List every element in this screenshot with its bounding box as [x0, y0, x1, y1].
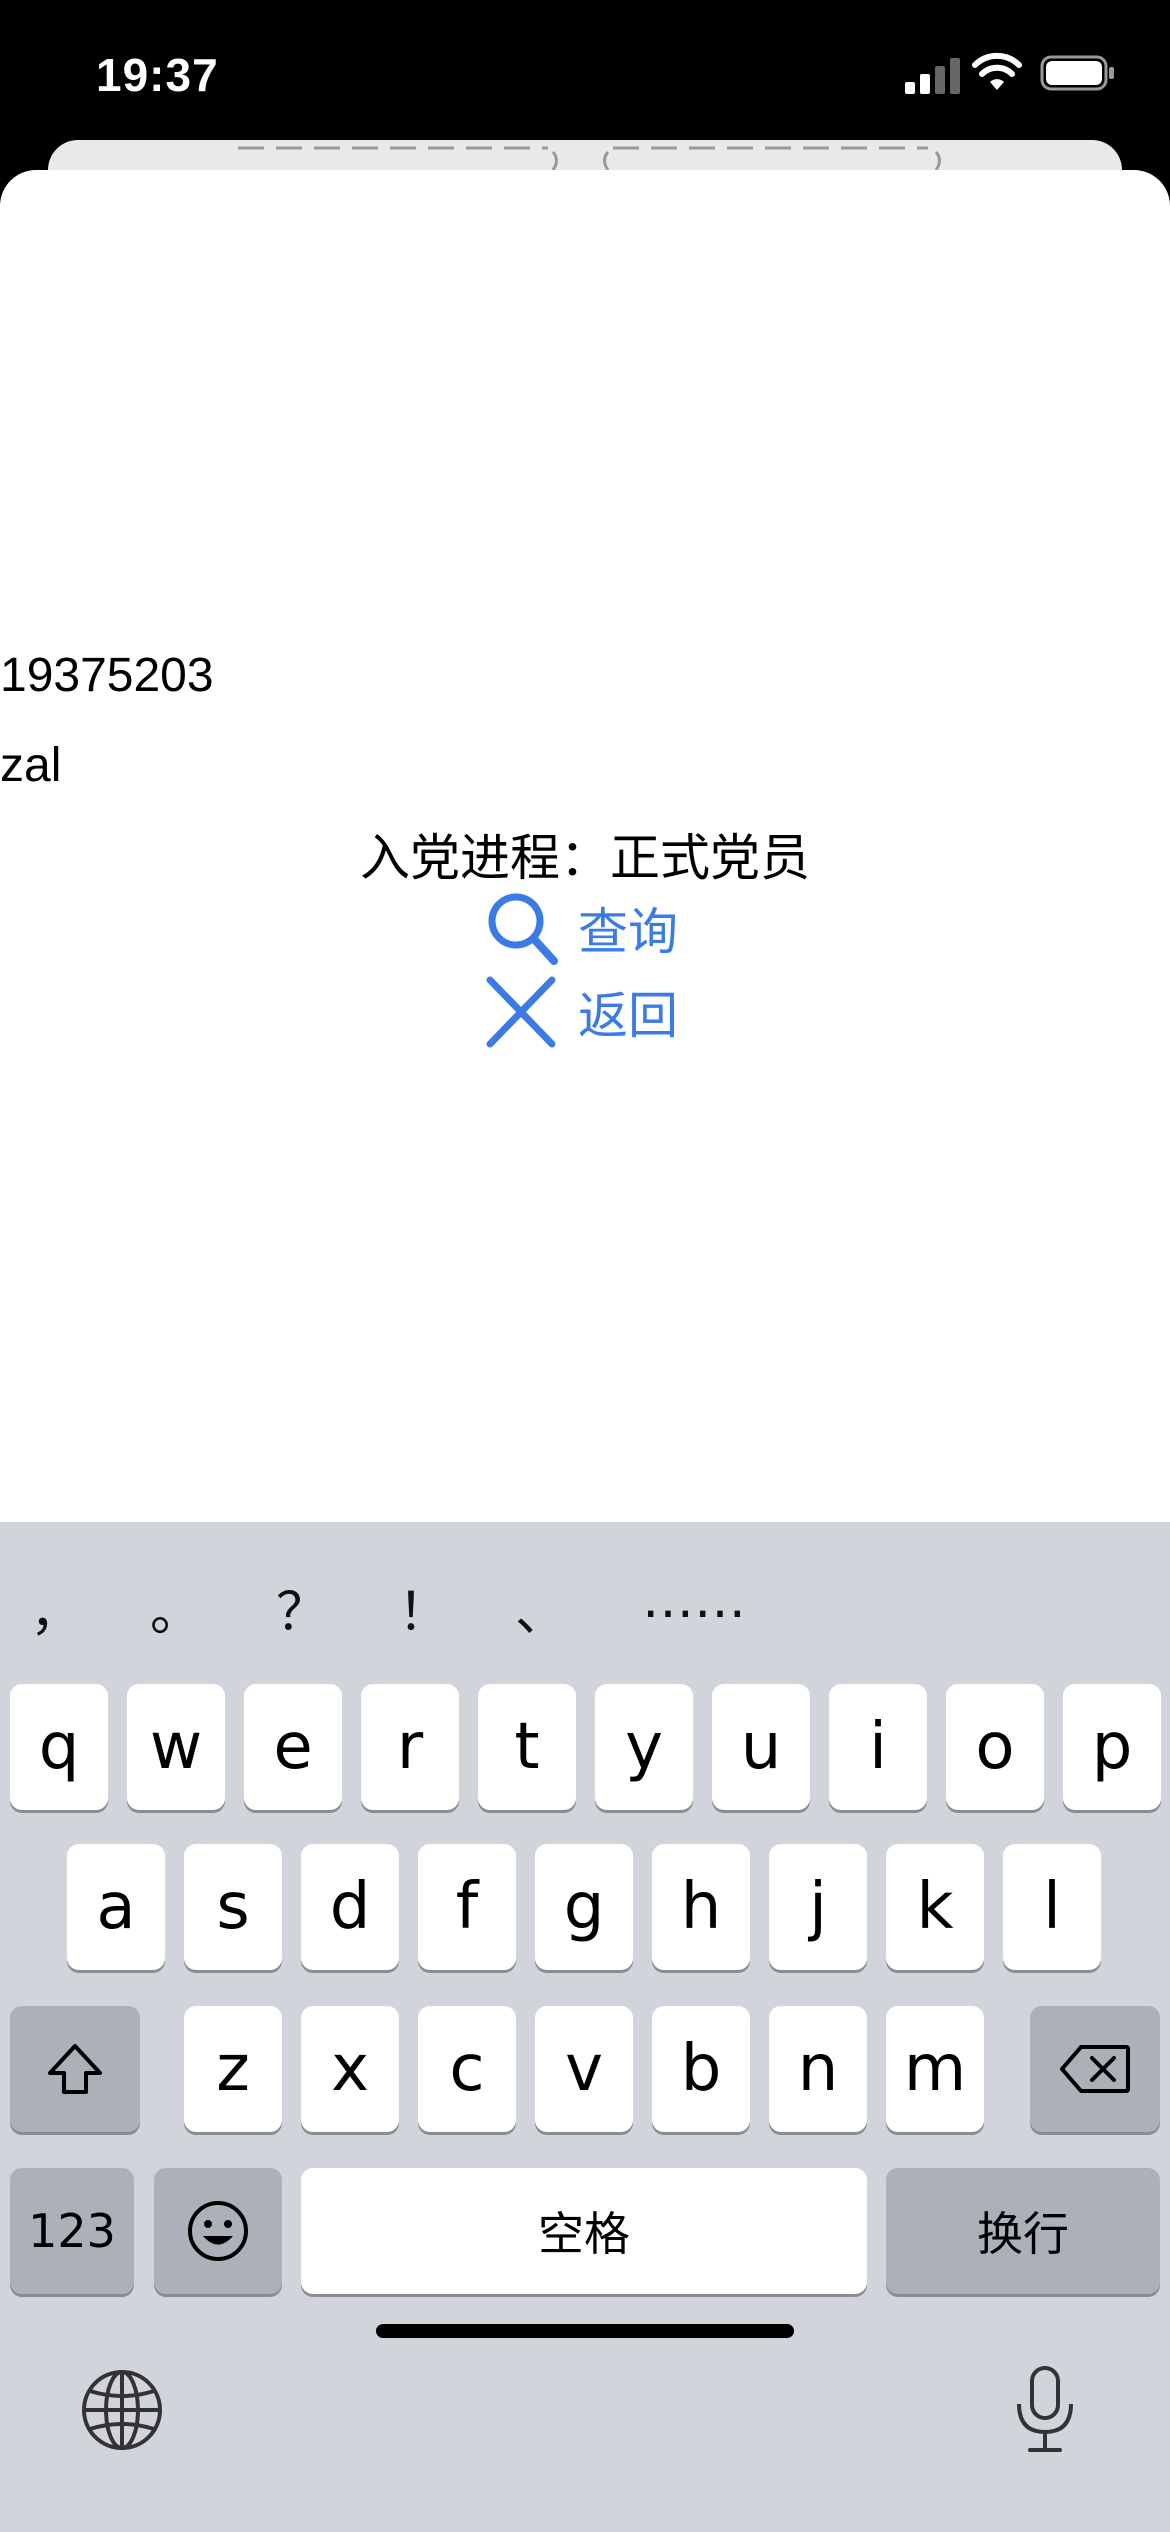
student-id-text[interactable]: 19375203: [0, 648, 214, 703]
key-b[interactable]: b: [652, 2006, 750, 2132]
search-icon: [478, 888, 564, 968]
numbers-key[interactable]: 123: [10, 2168, 134, 2294]
key-l[interactable]: l: [1003, 1844, 1101, 1970]
candidate-period[interactable]: 。: [150, 1570, 202, 1645]
shift-icon: [48, 2044, 102, 2094]
candidate-exclamation[interactable]: ！: [398, 1570, 450, 1645]
key-x[interactable]: x: [301, 2006, 399, 2132]
keyboard: ， 。 ？ ！ 、 …… q w e r t y u i o p a s d f…: [0, 1522, 1170, 2532]
emoji-icon: [188, 2201, 248, 2261]
backspace-icon: [1060, 2045, 1130, 2093]
key-k[interactable]: k: [886, 1844, 984, 1970]
key-t[interactable]: t: [478, 1684, 576, 1810]
key-u[interactable]: u: [712, 1684, 810, 1810]
key-o[interactable]: o: [946, 1684, 1044, 1810]
key-d[interactable]: d: [301, 1844, 399, 1970]
key-n[interactable]: n: [769, 2006, 867, 2132]
status-time: 19:37: [96, 49, 219, 101]
close-icon: [478, 972, 564, 1052]
key-w[interactable]: w: [127, 1684, 225, 1810]
globe-icon[interactable]: [80, 2368, 164, 2452]
progress-label: 入党进程：: [360, 829, 610, 887]
space-key[interactable]: 空格: [301, 2168, 867, 2294]
candidate-comma[interactable]: ，: [30, 1570, 82, 1645]
candidate-question[interactable]: ？: [276, 1570, 328, 1645]
key-f[interactable]: f: [418, 1844, 516, 1970]
key-g[interactable]: g: [535, 1844, 633, 1970]
wifi-icon: [972, 52, 1022, 90]
query-button[interactable]: 查询: [478, 888, 678, 968]
key-m[interactable]: m: [886, 2006, 984, 2132]
shift-key[interactable]: [10, 2006, 140, 2132]
key-i[interactable]: i: [829, 1684, 927, 1810]
battery-icon: [1040, 55, 1114, 91]
progress-value: 正式党员: [610, 829, 810, 887]
microphone-icon[interactable]: [1010, 2364, 1080, 2454]
key-v[interactable]: v: [535, 2006, 633, 2132]
return-key[interactable]: 换行: [886, 2168, 1160, 2294]
key-q[interactable]: q: [10, 1684, 108, 1810]
key-s[interactable]: s: [184, 1844, 282, 1970]
candidate-ellipsis[interactable]: ……: [642, 1570, 746, 1630]
cellular-signal-icon: [905, 58, 960, 94]
key-a[interactable]: a: [67, 1844, 165, 1970]
key-c[interactable]: c: [418, 2006, 516, 2132]
name-text[interactable]: zal: [0, 738, 61, 793]
home-indicator[interactable]: [376, 2324, 794, 2338]
key-e[interactable]: e: [244, 1684, 342, 1810]
candidate-pause-mark[interactable]: 、: [515, 1570, 567, 1645]
key-h[interactable]: h: [652, 1844, 750, 1970]
modal-sheet: 19375203 zal 入党进程：正式党员 查询 返回: [0, 170, 1170, 1522]
emoji-key[interactable]: [154, 2168, 282, 2294]
key-r[interactable]: r: [361, 1684, 459, 1810]
key-y[interactable]: y: [595, 1684, 693, 1810]
back-button[interactable]: 返回: [478, 972, 678, 1052]
backspace-key[interactable]: [1030, 2006, 1160, 2132]
back-label: 返回: [578, 987, 678, 1045]
party-progress: 入党进程：正式党员: [0, 818, 1170, 890]
key-z[interactable]: z: [184, 2006, 282, 2132]
key-j[interactable]: j: [769, 1844, 867, 1970]
query-label: 查询: [578, 903, 678, 961]
status-bar: 19:37: [0, 0, 1170, 150]
candidate-bar: ， 。 ？ ！ 、 ……: [0, 1522, 1170, 1672]
key-p[interactable]: p: [1063, 1684, 1161, 1810]
